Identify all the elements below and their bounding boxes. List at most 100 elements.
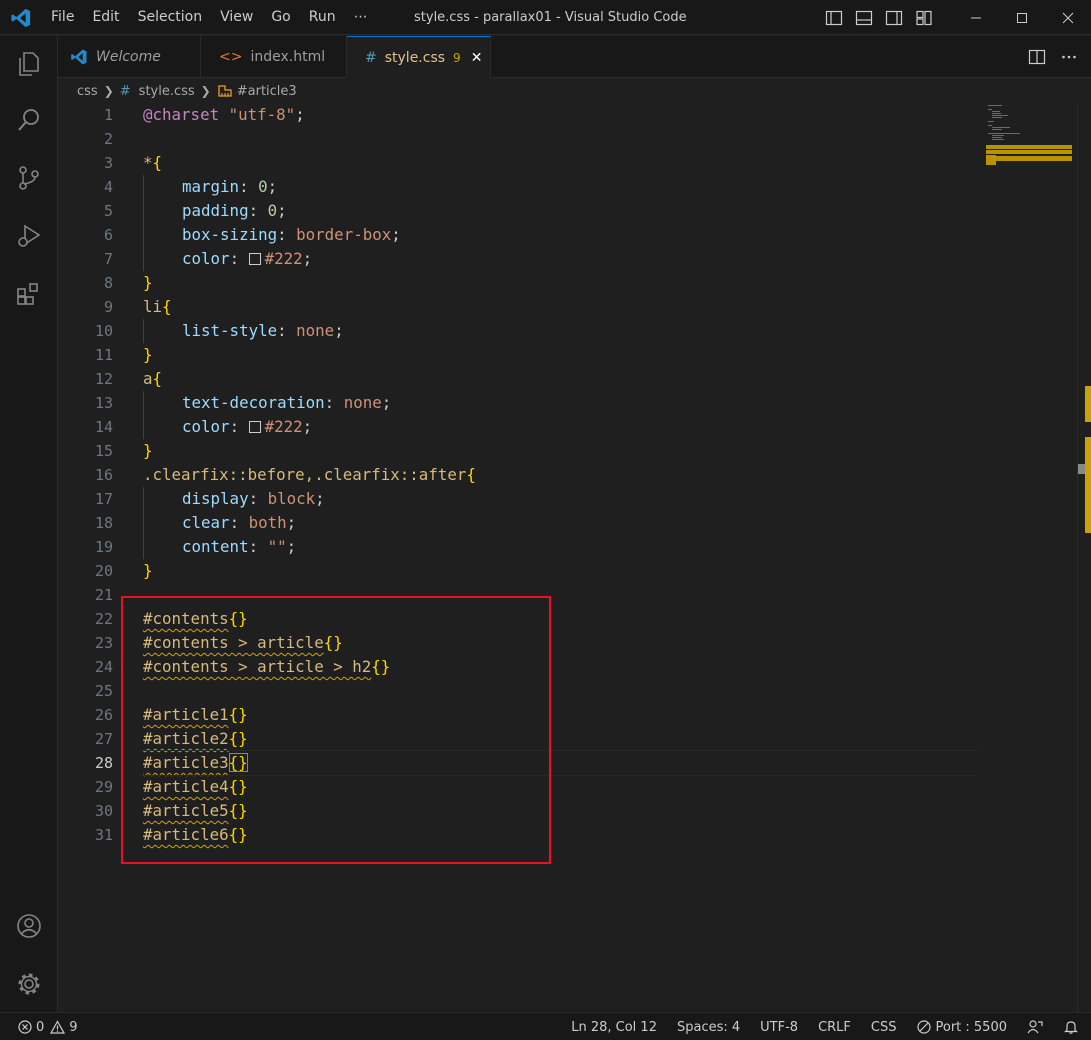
breadcrumb-folder[interactable]: css — [77, 84, 98, 99]
tab-label: Welcome — [96, 49, 161, 65]
tab-label: style.css — [384, 49, 446, 66]
css-file-icon: # — [119, 83, 131, 99]
cursor-position[interactable]: Ln 28, Col 12 — [571, 1020, 657, 1035]
minimap[interactable] — [984, 103, 1074, 183]
line-number: 18 — [94, 514, 113, 532]
warning-count: 9 — [69, 1019, 78, 1035]
line-number: 30 — [94, 802, 113, 820]
line-number: 31 — [94, 826, 113, 844]
menu-bar: File Edit Selection View Go Run ⋯ — [42, 0, 377, 35]
code-line-4: margin: 0; — [143, 175, 978, 199]
source-control-icon[interactable] — [0, 154, 58, 202]
line-number: 1 — [103, 106, 113, 124]
code-line-16: .clearfix::before,.clearfix::after{ — [143, 465, 476, 484]
css-file-icon: # — [365, 49, 377, 66]
menu-selection[interactable]: Selection — [129, 0, 212, 35]
explorer-icon[interactable] — [0, 40, 58, 88]
run-debug-icon[interactable] — [0, 212, 58, 260]
line-number: 22 — [94, 610, 113, 628]
customize-layout-icon[interactable] — [909, 0, 939, 35]
tab-style-css[interactable]: # style.css 9 ✕ — [347, 36, 491, 78]
more-actions-icon[interactable] — [1053, 40, 1085, 75]
toggle-secondary-sidebar-icon[interactable] — [879, 0, 909, 35]
menu-edit[interactable]: Edit — [83, 0, 128, 35]
code-line-10: list-style: none; — [143, 319, 978, 343]
line-number: 17 — [94, 490, 113, 508]
code-line-8: } — [143, 273, 153, 292]
close-tab-icon[interactable]: ✕ — [471, 50, 483, 66]
menu-more[interactable]: ⋯ — [345, 0, 377, 35]
highlight-annotation-box — [121, 596, 551, 864]
vscode-logo-icon — [71, 49, 87, 65]
code-line-5: padding: 0; — [143, 199, 978, 223]
line-number: 28 — [94, 754, 113, 772]
warning-icon — [50, 1020, 66, 1034]
split-editor-icon[interactable] — [1021, 40, 1053, 75]
code-line-6: box-sizing: border-box; — [143, 223, 978, 247]
vscode-logo-icon — [11, 8, 31, 28]
line-number: 14 — [94, 418, 113, 436]
line-number: 8 — [103, 274, 113, 292]
breadcrumb-file[interactable]: # style.css — [120, 84, 195, 99]
menu-file[interactable]: File — [42, 0, 83, 35]
toggle-panel-icon[interactable] — [849, 0, 879, 35]
line-number: 4 — [103, 178, 113, 196]
close-window-button[interactable] — [1045, 0, 1091, 35]
color-swatch[interactable] — [248, 253, 261, 265]
line-number: 20 — [94, 562, 113, 580]
eol-status[interactable]: CRLF — [818, 1020, 851, 1035]
code-line-14: color: #222; — [143, 415, 978, 439]
color-swatch[interactable] — [248, 421, 261, 433]
encoding-status[interactable]: UTF-8 — [760, 1020, 798, 1035]
accounts-icon[interactable] — [0, 902, 58, 950]
chevron-right-icon: ❯ — [103, 84, 114, 98]
code-line-15: } — [143, 441, 153, 460]
problems-status[interactable]: 0 9 — [18, 1013, 78, 1040]
tab-index-html[interactable]: <> index.html — [201, 36, 347, 78]
menu-go[interactable]: Go — [262, 0, 299, 35]
line-number: 27 — [94, 730, 113, 748]
line-number: 11 — [94, 346, 113, 364]
manage-gear-icon[interactable] — [0, 960, 58, 1008]
live-server-status[interactable]: Port : 5500 — [916, 1020, 1007, 1035]
line-number: 10 — [94, 322, 113, 340]
line-number: 13 — [94, 394, 113, 412]
line-number: 16 — [94, 466, 113, 484]
maximize-button[interactable] — [999, 0, 1045, 35]
code-line-3: *{ — [143, 153, 163, 172]
line-number: 15 — [94, 442, 113, 460]
language-mode[interactable]: CSS — [871, 1020, 897, 1035]
search-icon[interactable] — [0, 96, 58, 144]
symbol-ruler-icon — [218, 85, 232, 97]
line-number: 19 — [94, 538, 113, 556]
code-line-20: } — [143, 561, 153, 580]
line-number: 26 — [94, 706, 113, 724]
problem-count-badge: 9 — [453, 50, 461, 65]
code-line-11: } — [143, 345, 153, 364]
minimize-button[interactable] — [953, 0, 999, 35]
tab-label: index.html — [250, 49, 326, 65]
code-line-17: display: block; — [143, 487, 978, 511]
breadcrumb-symbol[interactable]: #article3 — [217, 84, 297, 99]
accounts-feedback-icon[interactable] — [1027, 1019, 1043, 1035]
menu-view[interactable]: View — [211, 0, 262, 35]
line-number: 3 — [103, 154, 113, 172]
status-bar: 0 9 Ln 28, Col 12 Spaces: 4 UTF-8 CRLF C… — [0, 1012, 1091, 1040]
breadcrumb-file-label: style.css — [138, 83, 195, 99]
line-number: 24 — [94, 658, 113, 676]
menu-run[interactable]: Run — [300, 0, 345, 35]
code-line-9: li{ — [143, 297, 172, 316]
line-number: 29 — [94, 778, 113, 796]
tab-welcome[interactable]: Welcome — [58, 36, 201, 78]
html-file-icon: <> — [219, 49, 243, 65]
code-editor[interactable]: 1 2 3 4 5 6 7 8 9 10 11 12 13 14 15 16 17 18 19 20 21 22 23 24 2… — [58, 103, 1091, 1012]
code-line-1: @charset "utf-8"; — [143, 105, 305, 124]
vertical-scrollbar[interactable] — [1077, 103, 1091, 1012]
toggle-primary-sidebar-icon[interactable] — [819, 0, 849, 35]
line-number: 5 — [103, 202, 113, 220]
notifications-bell-icon[interactable] — [1063, 1019, 1079, 1035]
extensions-icon[interactable] — [0, 270, 58, 318]
line-number: 7 — [103, 250, 113, 268]
indentation-status[interactable]: Spaces: 4 — [677, 1020, 740, 1035]
